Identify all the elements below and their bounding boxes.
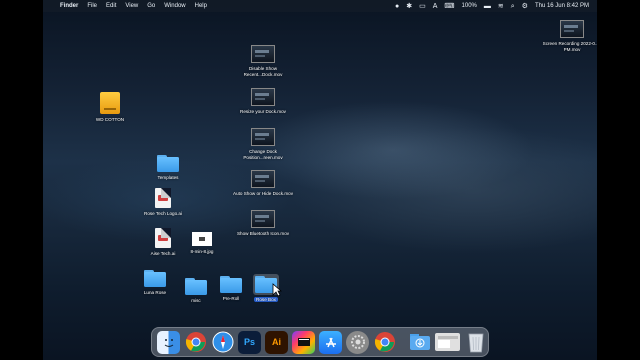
safari-icon[interactable] xyxy=(211,331,234,354)
desktop-item-resize-dock[interactable]: Resize your Dock.mov xyxy=(233,88,293,115)
keyboard-icon[interactable]: ⌨ xyxy=(444,3,454,10)
illustrator-icon[interactable]: Ai xyxy=(265,330,288,354)
movie-icon xyxy=(560,20,584,38)
desktop-item-auto-show-hide[interactable]: Auto Show or Hide Dock.mov xyxy=(233,170,293,197)
folder-icon xyxy=(144,270,166,287)
battery-icon[interactable]: ▬ xyxy=(484,3,491,10)
desktop-item-label: Show Bluetooth Icon.mov xyxy=(236,231,290,236)
menu-go[interactable]: Go xyxy=(147,3,155,9)
movie-icon xyxy=(251,45,275,63)
dock: Ps Ai xyxy=(151,327,489,357)
text-input-icon[interactable]: A xyxy=(433,3,438,10)
recent-window-icon[interactable] xyxy=(435,333,460,351)
desktop-item-disable-show-recent[interactable]: Disable Show Recent...Dock.mov xyxy=(233,45,293,77)
finder-icon[interactable] xyxy=(157,330,180,354)
app-menu-finder[interactable]: Finder xyxy=(60,3,78,9)
desktop-item-rose-tech-logo[interactable]: Rose Tech Logo.ai xyxy=(133,188,193,217)
desktop-item-label: 8-min-8.jpg xyxy=(190,249,214,254)
folder-icon xyxy=(157,155,179,172)
chrome-icon[interactable] xyxy=(184,331,207,354)
menu-file[interactable]: File xyxy=(87,3,97,9)
clock[interactable]: Thu 16 Jun 8:42 PM xyxy=(535,3,589,9)
menu-view[interactable]: View xyxy=(125,3,138,9)
desktop-item-label: Change Dock Position...reen.mov xyxy=(243,149,283,160)
menu-help[interactable]: Help xyxy=(195,3,207,9)
movie-icon xyxy=(251,88,275,106)
airplay-icon[interactable]: ▭ xyxy=(419,3,426,10)
app-store-icon[interactable] xyxy=(319,330,342,354)
desktop-item-screen-recording[interactable]: Screen Recording 2022-0...7 PM.mov xyxy=(542,20,597,52)
desktop-item-label: Templates xyxy=(157,175,179,180)
drive-icon xyxy=(100,92,120,114)
desktop-item-label: Rose Tech Logo.ai xyxy=(144,211,182,216)
mouse-cursor xyxy=(272,283,282,297)
desktop-item-wd-cotton[interactable]: WD COTTON xyxy=(80,92,140,123)
menu-window[interactable]: Window xyxy=(164,3,185,9)
desktop-item-label: Auto Show or Hide Dock.mov xyxy=(233,191,293,196)
desktop-item-label: Disable Show Recent...Dock.mov xyxy=(243,66,283,77)
menu-bar: Finder File Edit View Go Window Help ● ✱… xyxy=(43,0,597,12)
wifi-icon[interactable]: ≋ xyxy=(498,3,504,10)
desktop-item-label: Screen Recording 2022-0...7 PM.mov xyxy=(542,41,597,52)
movie-icon xyxy=(251,210,275,228)
final-cut-icon[interactable] xyxy=(292,330,315,354)
control-center-icon[interactable]: ⚙ xyxy=(522,3,528,10)
desktop-item-label: Rose Box xyxy=(254,297,278,302)
system-preferences-icon[interactable] xyxy=(346,330,369,354)
desktop-item-change-dock-position[interactable]: Change Dock Position...reen.mov xyxy=(233,128,293,160)
photoshop-icon[interactable]: Ps xyxy=(238,330,261,354)
downloads-folder-icon[interactable] xyxy=(408,331,431,354)
desktop-item-show-bluetooth[interactable]: Show Bluetooth Icon.mov xyxy=(233,210,293,237)
movie-icon xyxy=(251,170,275,188)
desktop-item-rose-box[interactable]: Rose Box xyxy=(236,274,296,303)
recording-icon[interactable]: ● xyxy=(395,3,399,10)
desktop-item-templates[interactable]: Templates xyxy=(138,155,198,181)
image-icon xyxy=(192,232,212,246)
desktop-item-label: Resize your Dock.mov xyxy=(240,109,286,114)
desktop-item-8-min-8[interactable]: 8-min-8.jpg xyxy=(172,232,232,255)
document-icon xyxy=(155,228,171,248)
chrome-canary-icon[interactable] xyxy=(373,331,396,354)
desktop-item-label: WD COTTON xyxy=(95,117,125,122)
document-icon xyxy=(155,188,171,208)
trash-icon[interactable] xyxy=(464,331,487,354)
bluetooth-icon[interactable]: ✱ xyxy=(406,3,412,10)
battery-percent[interactable]: 100% xyxy=(462,3,477,9)
search-icon[interactable]: ⌕ xyxy=(511,3,515,10)
menu-edit[interactable]: Edit xyxy=(106,3,116,9)
desktop: Finder File Edit View Go Window Help ● ✱… xyxy=(43,0,597,360)
movie-icon xyxy=(251,128,275,146)
